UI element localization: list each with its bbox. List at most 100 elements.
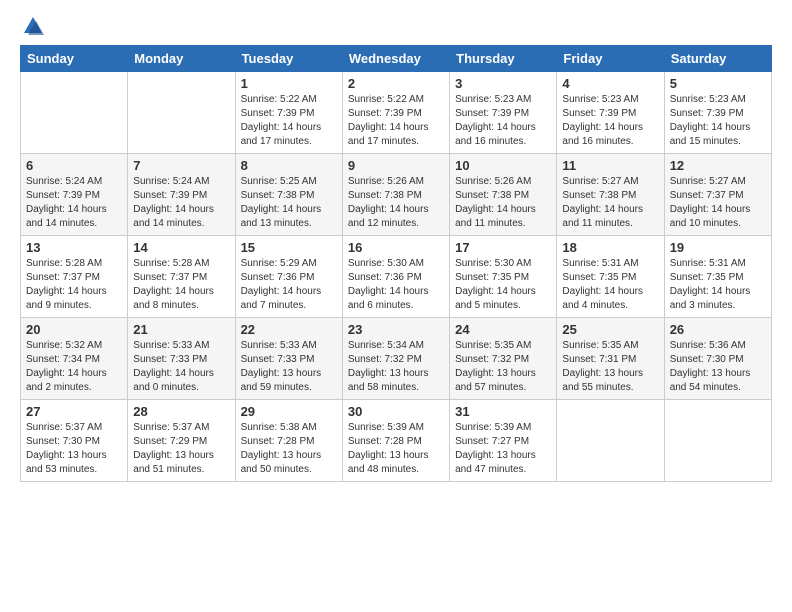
calendar-cell: 17 Sunrise: 5:30 AM Sunset: 7:35 PM Dayli…	[450, 236, 557, 318]
day-detail: Sunrise: 5:39 AM Sunset: 7:28 PM Dayligh…	[348, 421, 444, 477]
day-detail: Sunrise: 5:30 AM Sunset: 7:36 PM Dayligh…	[348, 257, 444, 313]
day-number: 8	[241, 158, 337, 173]
day-number: 9	[348, 158, 444, 173]
calendar-cell: 26 Sunrise: 5:36 AM Sunset: 7:30 PM Dayli…	[664, 318, 771, 400]
day-number: 7	[133, 158, 229, 173]
day-number: 10	[455, 158, 551, 173]
calendar-header-friday: Friday	[557, 46, 664, 72]
day-detail: Sunrise: 5:29 AM Sunset: 7:36 PM Dayligh…	[241, 257, 337, 313]
calendar-cell: 29 Sunrise: 5:38 AM Sunset: 7:28 PM Dayli…	[235, 400, 342, 482]
day-number: 13	[26, 240, 122, 255]
day-number: 4	[562, 76, 658, 91]
day-number: 15	[241, 240, 337, 255]
calendar-cell: 24Sunrise: 5:35 AM Sunset: 7:32 PM Dayli…	[450, 318, 557, 400]
calendar-header-saturday: Saturday	[664, 46, 771, 72]
day-number: 2	[348, 76, 444, 91]
day-detail: Sunrise: 5:32 AM Sunset: 7:34 PM Dayligh…	[26, 339, 122, 395]
calendar-header-tuesday: Tuesday	[235, 46, 342, 72]
day-detail: Sunrise: 5:28 AM Sunset: 7:37 PM Dayligh…	[133, 257, 229, 313]
calendar-header-monday: Monday	[128, 46, 235, 72]
calendar-week-row: 13 Sunrise: 5:28 AM Sunset: 7:37 PM Dayli…	[21, 236, 772, 318]
day-number: 21	[133, 322, 229, 337]
day-detail: Sunrise: 5:22 AM Sunset: 7:39 PM Dayligh…	[348, 93, 444, 149]
day-detail: Sunrise: 5:24 AM Sunset: 7:39 PM Dayligh…	[133, 175, 229, 231]
calendar-cell: 4 Sunrise: 5:23 AM Sunset: 7:39 PM Daylig…	[557, 72, 664, 154]
day-detail: Sunrise: 5:30 AM Sunset: 7:35 PM Dayligh…	[455, 257, 551, 313]
header-area	[20, 15, 772, 37]
day-number: 19	[670, 240, 766, 255]
calendar-header-thursday: Thursday	[450, 46, 557, 72]
day-detail: Sunrise: 5:36 AM Sunset: 7:30 PM Dayligh…	[670, 339, 766, 395]
calendar-week-row: 27 Sunrise: 5:37 AM Sunset: 7:30 PM Dayli…	[21, 400, 772, 482]
calendar-week-row: 6Sunrise: 5:24 AM Sunset: 7:39 PM Daylig…	[21, 154, 772, 236]
day-detail: Sunrise: 5:37 AM Sunset: 7:29 PM Dayligh…	[133, 421, 229, 477]
day-detail: Sunrise: 5:25 AM Sunset: 7:38 PM Dayligh…	[241, 175, 337, 231]
calendar-cell: 6Sunrise: 5:24 AM Sunset: 7:39 PM Daylig…	[21, 154, 128, 236]
day-number: 31	[455, 404, 551, 419]
calendar-week-row: 1 Sunrise: 5:22 AM Sunset: 7:39 PM Daylig…	[21, 72, 772, 154]
calendar-cell: 22 Sunrise: 5:33 AM Sunset: 7:33 PM Dayli…	[235, 318, 342, 400]
calendar-cell: 2 Sunrise: 5:22 AM Sunset: 7:39 PM Daylig…	[342, 72, 449, 154]
day-number: 17	[455, 240, 551, 255]
calendar-cell: 27 Sunrise: 5:37 AM Sunset: 7:30 PM Dayli…	[21, 400, 128, 482]
day-number: 12	[670, 158, 766, 173]
calendar-cell	[557, 400, 664, 482]
calendar-cell: 9 Sunrise: 5:26 AM Sunset: 7:38 PM Daylig…	[342, 154, 449, 236]
day-detail: Sunrise: 5:27 AM Sunset: 7:38 PM Dayligh…	[562, 175, 658, 231]
day-number: 18	[562, 240, 658, 255]
calendar-cell: 19 Sunrise: 5:31 AM Sunset: 7:35 PM Dayli…	[664, 236, 771, 318]
calendar-cell: 28 Sunrise: 5:37 AM Sunset: 7:29 PM Dayli…	[128, 400, 235, 482]
calendar-cell	[128, 72, 235, 154]
calendar-header-row: SundayMondayTuesdayWednesdayThursdayFrid…	[21, 46, 772, 72]
calendar-cell: 31 Sunrise: 5:39 AM Sunset: 7:27 PM Dayli…	[450, 400, 557, 482]
day-number: 20	[26, 322, 122, 337]
day-detail: Sunrise: 5:31 AM Sunset: 7:35 PM Dayligh…	[562, 257, 658, 313]
logo-icon	[22, 15, 44, 37]
calendar-cell: 10 Sunrise: 5:26 AM Sunset: 7:38 PM Dayli…	[450, 154, 557, 236]
day-detail: Sunrise: 5:38 AM Sunset: 7:28 PM Dayligh…	[241, 421, 337, 477]
day-number: 29	[241, 404, 337, 419]
day-number: 27	[26, 404, 122, 419]
calendar-cell	[664, 400, 771, 482]
day-number: 5	[670, 76, 766, 91]
day-number: 26	[670, 322, 766, 337]
day-detail: Sunrise: 5:37 AM Sunset: 7:30 PM Dayligh…	[26, 421, 122, 477]
day-detail: Sunrise: 5:23 AM Sunset: 7:39 PM Dayligh…	[455, 93, 551, 149]
calendar-cell	[21, 72, 128, 154]
logo	[20, 15, 44, 37]
day-number: 23	[348, 322, 444, 337]
calendar-cell: 14Sunrise: 5:28 AM Sunset: 7:37 PM Dayli…	[128, 236, 235, 318]
day-number: 3	[455, 76, 551, 91]
calendar-page: SundayMondayTuesdayWednesdayThursdayFrid…	[0, 0, 792, 612]
day-detail: Sunrise: 5:23 AM Sunset: 7:39 PM Dayligh…	[562, 93, 658, 149]
calendar-cell: 11 Sunrise: 5:27 AM Sunset: 7:38 PM Dayli…	[557, 154, 664, 236]
calendar-cell: 3 Sunrise: 5:23 AM Sunset: 7:39 PM Daylig…	[450, 72, 557, 154]
day-number: 25	[562, 322, 658, 337]
day-detail: Sunrise: 5:28 AM Sunset: 7:37 PM Dayligh…	[26, 257, 122, 313]
calendar-header-wednesday: Wednesday	[342, 46, 449, 72]
day-detail: Sunrise: 5:35 AM Sunset: 7:32 PM Dayligh…	[455, 339, 551, 395]
calendar-table: SundayMondayTuesdayWednesdayThursdayFrid…	[20, 45, 772, 482]
day-number: 28	[133, 404, 229, 419]
calendar-week-row: 20 Sunrise: 5:32 AM Sunset: 7:34 PM Dayli…	[21, 318, 772, 400]
day-number: 11	[562, 158, 658, 173]
day-detail: Sunrise: 5:33 AM Sunset: 7:33 PM Dayligh…	[241, 339, 337, 395]
day-detail: Sunrise: 5:31 AM Sunset: 7:35 PM Dayligh…	[670, 257, 766, 313]
calendar-header-sunday: Sunday	[21, 46, 128, 72]
calendar-cell: 21Sunrise: 5:33 AM Sunset: 7:33 PM Dayli…	[128, 318, 235, 400]
calendar-body: 1 Sunrise: 5:22 AM Sunset: 7:39 PM Daylig…	[21, 72, 772, 482]
day-number: 1	[241, 76, 337, 91]
day-detail: Sunrise: 5:26 AM Sunset: 7:38 PM Dayligh…	[348, 175, 444, 231]
day-detail: Sunrise: 5:22 AM Sunset: 7:39 PM Dayligh…	[241, 93, 337, 149]
calendar-cell: 18 Sunrise: 5:31 AM Sunset: 7:35 PM Dayli…	[557, 236, 664, 318]
day-number: 22	[241, 322, 337, 337]
calendar-cell: 13 Sunrise: 5:28 AM Sunset: 7:37 PM Dayli…	[21, 236, 128, 318]
calendar-cell: 23Sunrise: 5:34 AM Sunset: 7:32 PM Dayli…	[342, 318, 449, 400]
calendar-cell: 12Sunrise: 5:27 AM Sunset: 7:37 PM Dayli…	[664, 154, 771, 236]
day-detail: Sunrise: 5:26 AM Sunset: 7:38 PM Dayligh…	[455, 175, 551, 231]
calendar-cell: 30Sunrise: 5:39 AM Sunset: 7:28 PM Dayli…	[342, 400, 449, 482]
day-detail: Sunrise: 5:35 AM Sunset: 7:31 PM Dayligh…	[562, 339, 658, 395]
day-detail: Sunrise: 5:24 AM Sunset: 7:39 PM Dayligh…	[26, 175, 122, 231]
day-detail: Sunrise: 5:39 AM Sunset: 7:27 PM Dayligh…	[455, 421, 551, 477]
calendar-cell: 25 Sunrise: 5:35 AM Sunset: 7:31 PM Dayli…	[557, 318, 664, 400]
